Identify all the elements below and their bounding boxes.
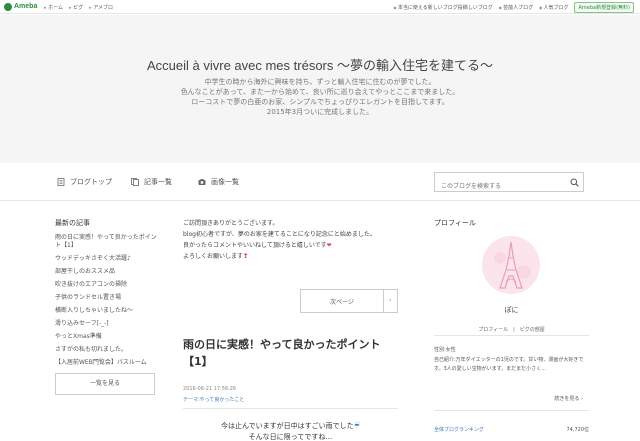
article-link[interactable]: 吹き抜けのエアコンの掃除 — [55, 281, 160, 289]
intro-message: ご訪問頂きありがとうございます。 blog初心者ですが、夢のお家を建てることにな… — [183, 218, 398, 262]
camera-icon — [198, 179, 206, 185]
blog-description-line: ローコストで夢の白亜のお家、シンプルでちょっぴりエレガントを目指してます。 — [191, 98, 449, 106]
pin-icon: ❢ — [243, 253, 249, 260]
latest-articles: 最新の記事 雨の日に実感！やって良かったポイント【1】 ウッドデッキさぞく大活躍… — [55, 218, 160, 395]
nav-image-list[interactable]: 画像一覧 — [198, 177, 239, 187]
blog-description: 中学生の時から海外に興味を持ち、ずっと輸入住宅に住むのが夢でした。 色んなことが… — [0, 77, 640, 117]
article-link[interactable]: 雨の日に実感！やって良かったポイント【1】 — [55, 234, 160, 250]
nav-image-list-label: 画像一覧 — [211, 178, 239, 186]
article-link[interactable]: 滑り込みセーフ[-_-] — [55, 320, 160, 328]
article-link[interactable]: 部屋干しのおススメ品 — [55, 268, 160, 276]
global-nav-ameblo[interactable]: アメブロ — [89, 4, 113, 11]
intro-line: よろしくお願いします❢ — [183, 251, 398, 262]
eiffel-tower-icon — [482, 236, 540, 294]
blog-header: Accueil à vivre avec mes trésors ～夢の輸入住宅… — [0, 15, 640, 163]
divider — [183, 408, 398, 409]
blog-search — [434, 172, 584, 196]
entry-title[interactable]: 雨の日に実感！やって良かったポイント【1】 — [183, 336, 398, 370]
document-icon — [57, 178, 65, 186]
article-link[interactable]: やっとXmas準備 — [55, 333, 160, 341]
profile-name[interactable]: ぽに — [434, 305, 589, 315]
profile-read-more-label: 続きを見る — [554, 396, 580, 402]
heart-icon: ❤ — [326, 242, 332, 249]
ameba-logo-icon — [4, 2, 12, 11]
promo-link[interactable]: 本当に使える新しいブログ投稿しいブログ — [394, 4, 493, 11]
ameba-logo[interactable]: Ameba — [4, 2, 37, 11]
next-page-label: 次ページ — [330, 298, 354, 306]
popular-blog-link[interactable]: 人気ブログ — [539, 4, 568, 11]
entry-body-text: 今は止んでいますが日中はすごい雨でした — [221, 422, 354, 430]
global-nav-home[interactable]: ホーム — [44, 4, 63, 11]
profile-gender: 性別:女性 — [434, 347, 456, 353]
blog-ranking-row: 全体ブログランキング 74,720位 — [434, 426, 589, 433]
entry-theme-link[interactable]: テーマ:やって良かったこと — [183, 396, 244, 403]
next-page-button[interactable]: 次ページ › — [300, 289, 398, 313]
chevron-right-icon: › — [383, 290, 397, 312]
entry-body: 今は止んでいますが日中はすごい雨でした☔ そんな日に限ってですね… — [183, 421, 398, 441]
profile-read-more-link[interactable]: 続きを見る › — [554, 395, 583, 402]
intro-line-text: 良かったらコメントやいいねして頂けると嬉しいです — [183, 242, 327, 249]
search-icon[interactable] — [570, 178, 579, 187]
umbrella-icon: ☔ — [353, 422, 360, 430]
main-content: ご訪問頂きありがとうございます。 blog初心者ですが、夢のお家を建てることにな… — [183, 218, 398, 441]
blog-description-line: 2015年3月ついに完成しました。 — [266, 108, 374, 116]
nav-article-list-label: 記事一覧 — [144, 178, 172, 186]
global-nav-pigg[interactable]: ピグ — [69, 4, 83, 11]
top-right-links: 本当に使える新しいブログ投稿しいブログ 芸能人ブログ 人気ブログ Ameba新規… — [394, 2, 634, 13]
nav-article-list[interactable]: 記事一覧 — [131, 177, 172, 187]
article-link[interactable]: ウッドデッキさぞく大活躍♪ — [55, 255, 160, 263]
blog-nav-bar: ブログトップ 記事一覧 画像一覧 — [0, 163, 640, 201]
nav-blog-top[interactable]: ブログトップ — [57, 177, 112, 187]
top-bar: Ameba ホーム ピグ アメブロ 本当に使える新しいブログ投稿しいブログ 芸能… — [0, 0, 640, 14]
profile-links[interactable]: プロフィール | ピグの部屋 — [434, 326, 589, 333]
divider — [434, 335, 589, 336]
blog-description-line: 色んなことがあって、また一から始めて、良い所に巡り会えてやっとここまで来ました。 — [180, 88, 460, 96]
article-link[interactable]: 子供のランドセル置き場 — [55, 294, 160, 302]
nav-blog-top-label: ブログトップ — [70, 178, 112, 186]
profile-sidebar: プロフィール ぽに プロフィール | ピグの部屋 性別:女性 自己紹介:万年ダイ… — [434, 218, 589, 433]
article-link[interactable]: 横断入りしちゃいましたね〜 — [55, 307, 160, 315]
intro-line: 良かったらコメントやいいねして頂けると嬉しいです❤ — [183, 240, 398, 251]
blog-description-line: 中学生の時から海外に興味を持ち、ずっと輸入住宅に住むのが夢でした。 — [204, 78, 436, 86]
intro-line: blog初心者ですが、夢のお家を建てることになり記念にと始めました。 — [183, 231, 376, 238]
article-link[interactable]: さすがの私も切れました。 — [55, 346, 160, 354]
intro-line: ご訪問頂きありがとうございます。 — [183, 220, 279, 227]
celebrity-blog-link[interactable]: 芸能人ブログ — [499, 4, 533, 11]
entry-body-line: 今は止んでいますが日中はすごい雨でした☔ — [183, 421, 398, 432]
blog-title[interactable]: Accueil à vivre avec mes trésors ～夢の輸入住宅… — [0, 55, 640, 74]
view-all-articles-button[interactable]: 一覧を見る — [55, 373, 155, 395]
divider — [434, 410, 589, 411]
profile-bio: 自己紹介:万年ダイエッターの1児のです。甘い物、漫画が大好きです。3人の愛しい宝… — [434, 357, 584, 372]
profile-heading: プロフィール — [434, 219, 476, 227]
chevron-right-icon: › — [581, 396, 583, 402]
register-button[interactable]: Ameba新規登録(無料) — [574, 2, 634, 13]
entry-date: 2016-06-21 17:56:26 — [183, 386, 237, 392]
copy-icon — [131, 178, 139, 186]
article-link[interactable]: 【入居前WEB門覧会】パスルーム — [55, 359, 160, 367]
ranking-label[interactable]: 全体ブログランキング — [434, 426, 484, 433]
ameba-logo-text: Ameba — [14, 3, 38, 10]
avatar[interactable] — [482, 236, 540, 294]
ranking-value: 74,720位 — [566, 427, 590, 433]
entry-body-line: そんな日に限ってですね… — [248, 433, 333, 441]
global-nav: ホーム ピグ アメブロ — [44, 4, 113, 11]
blog-search-input[interactable] — [435, 177, 555, 196]
latest-articles-heading: 最新の記事 — [55, 219, 90, 227]
intro-line-text: よろしくお願いします — [183, 253, 244, 260]
